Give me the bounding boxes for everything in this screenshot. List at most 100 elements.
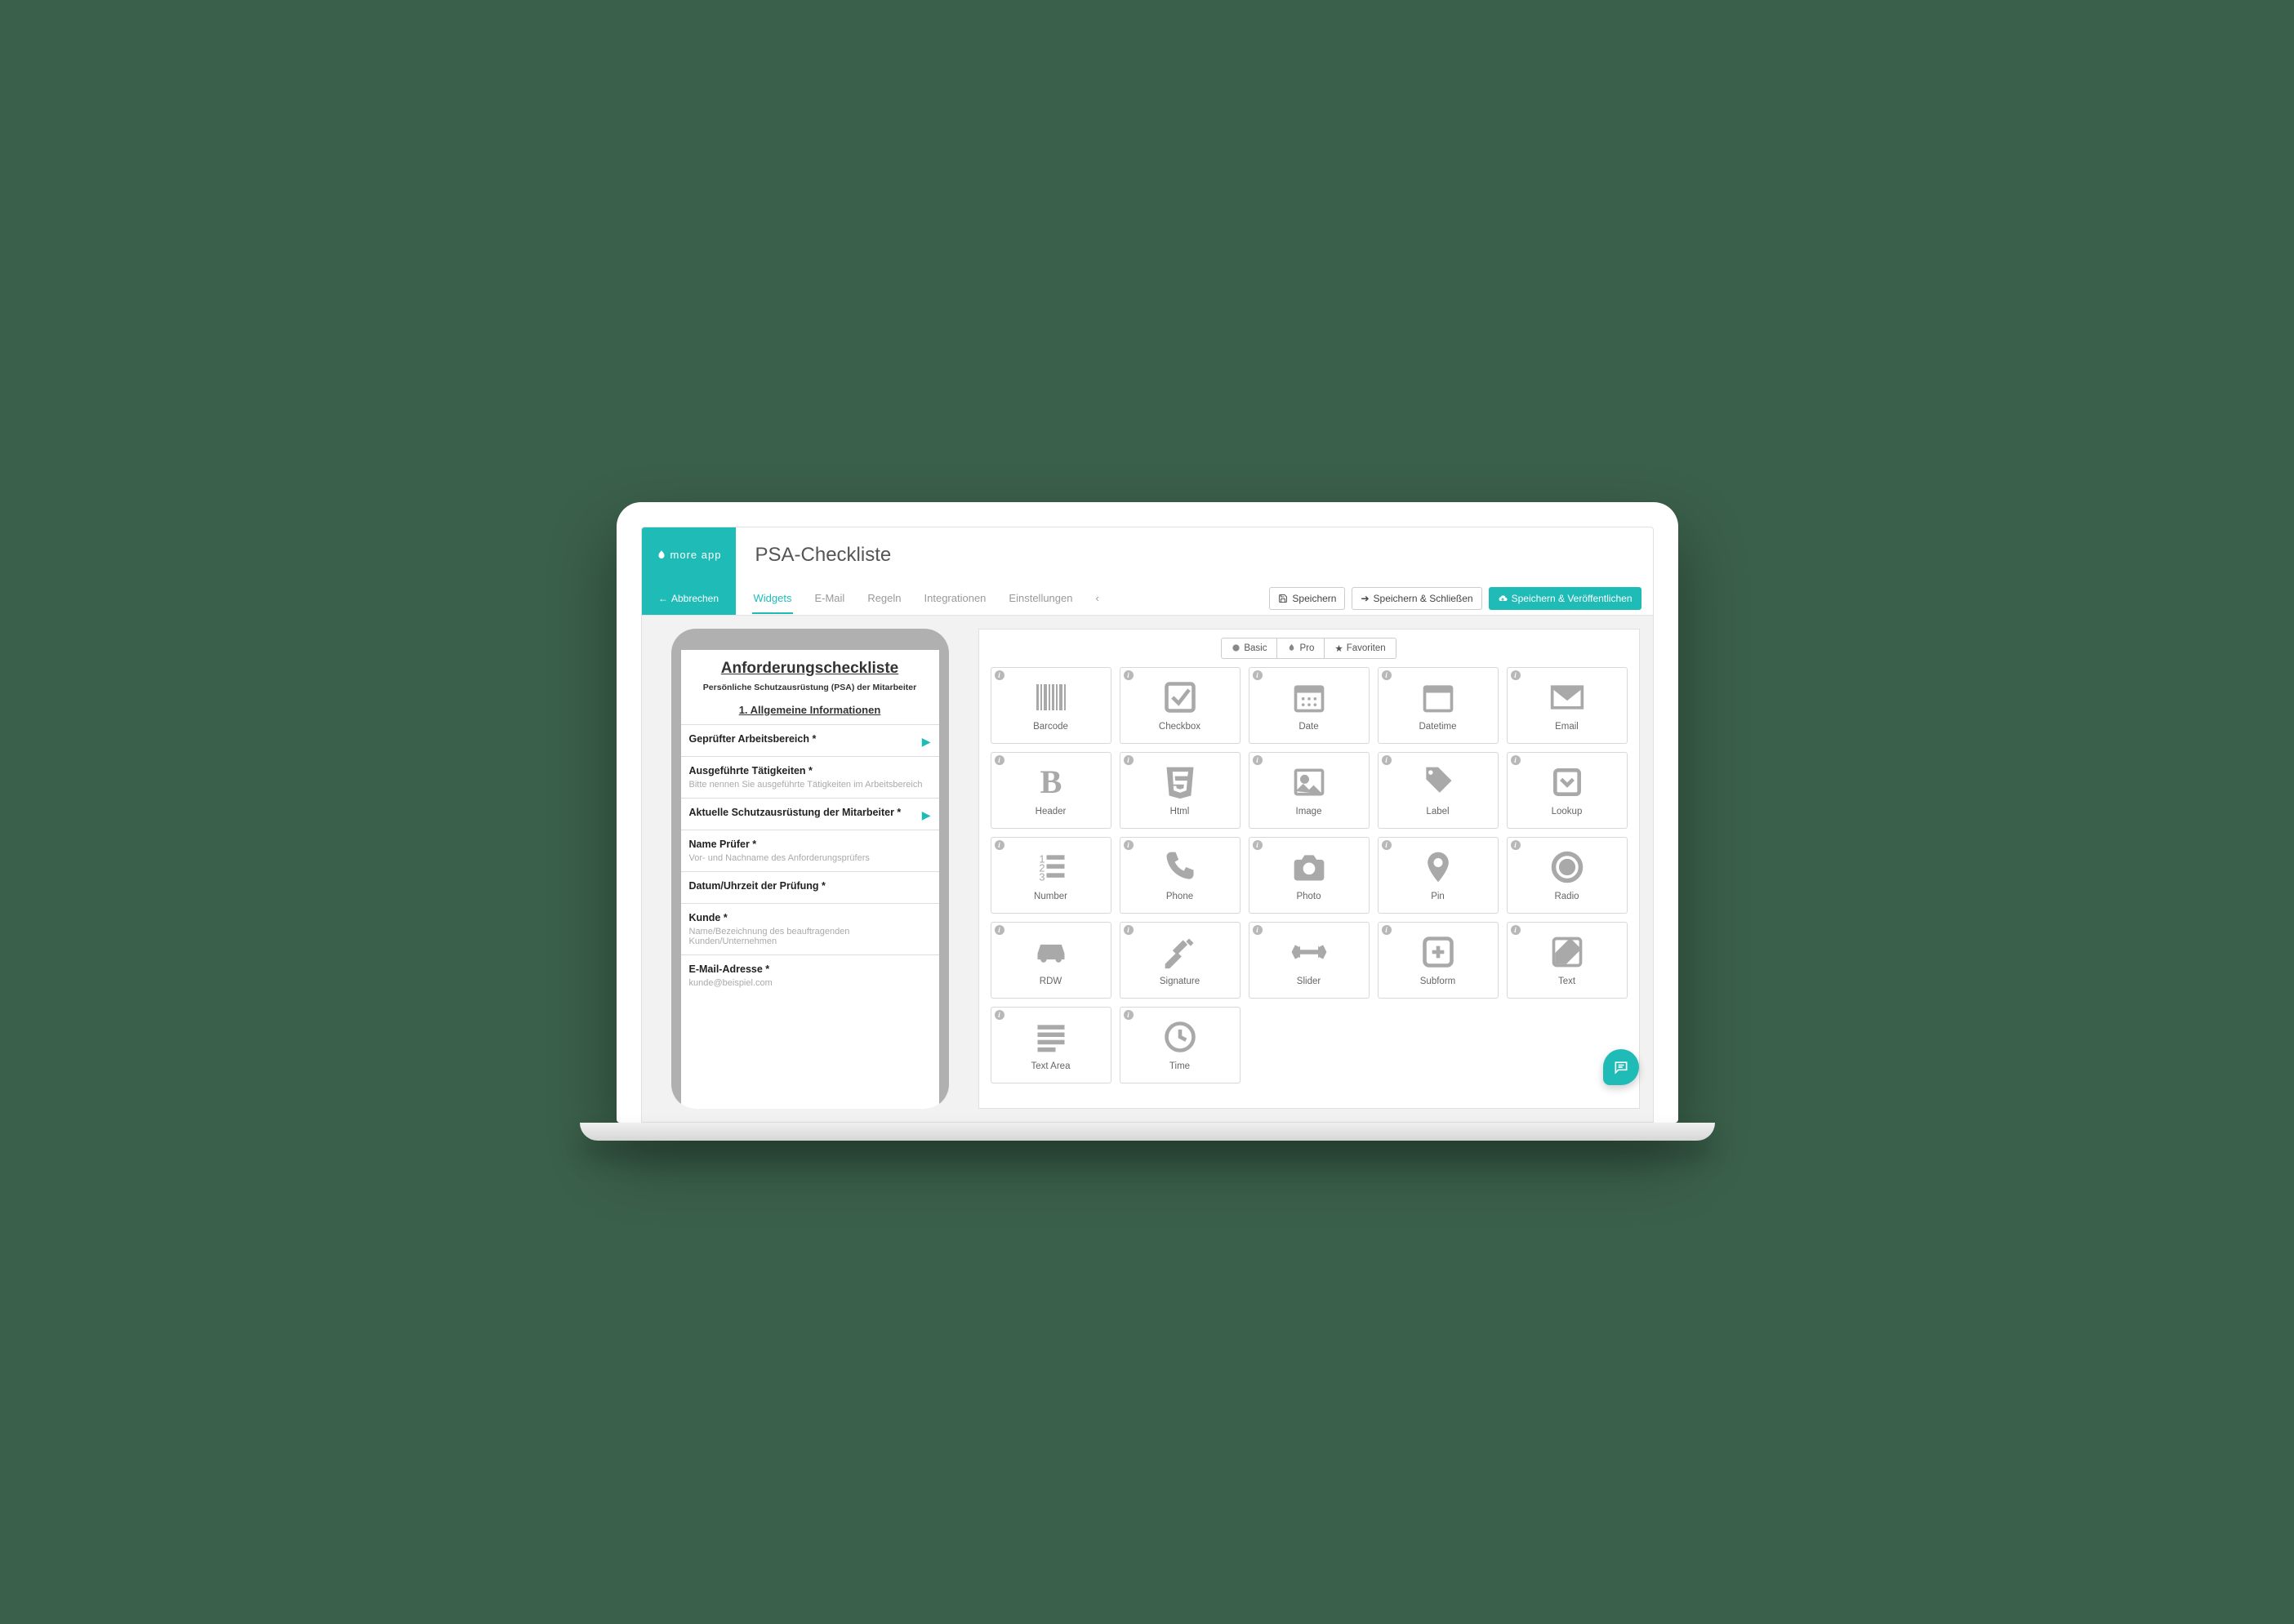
info-icon[interactable]: i (1511, 670, 1521, 680)
form-field[interactable]: Datum/Uhrzeit der Prüfung * (681, 871, 939, 903)
widget-checkbox[interactable]: i Checkbox (1120, 667, 1241, 744)
widget-image[interactable]: iImage (1249, 752, 1370, 829)
image-icon (1290, 763, 1329, 802)
chat-button[interactable] (1603, 1049, 1639, 1085)
widget-phone[interactable]: iPhone (1120, 837, 1241, 914)
info-icon[interactable]: i (1124, 925, 1134, 935)
radio-icon (1548, 848, 1587, 887)
widget-time[interactable]: iTime (1120, 1007, 1241, 1083)
save-button[interactable]: Speichern (1269, 587, 1345, 610)
field-label: Geprüfter Arbeitsbereich * (689, 733, 931, 745)
widget-label: Date (1298, 722, 1318, 732)
email-icon (1548, 678, 1587, 717)
star-icon: ★ (1334, 643, 1343, 654)
info-icon[interactable]: i (1382, 755, 1392, 765)
page-title: PSA-Checkliste (736, 527, 1653, 583)
widget-tab-favorites[interactable]: ★ Favoriten (1325, 638, 1396, 659)
info-icon[interactable]: i (995, 1010, 1004, 1020)
field-hint: Vor- und Nachname des Anforderungsprüfer… (689, 853, 931, 863)
form-field[interactable]: E-Mail-Adresse *kunde@beispiel.com (681, 954, 939, 996)
lookup-icon (1548, 763, 1587, 802)
info-icon[interactable]: i (1124, 1010, 1134, 1020)
widget-label: Checkbox (1159, 722, 1200, 732)
signature-icon (1160, 932, 1200, 972)
save-close-button[interactable]: ➔ Speichern & Schließen (1352, 587, 1481, 610)
form-field[interactable]: Name Prüfer *Vor- und Nachname des Anfor… (681, 830, 939, 871)
checkbox-icon (1160, 678, 1200, 717)
widget-tab-pro[interactable]: Pro (1277, 638, 1325, 659)
widget-datetime[interactable]: iDatetime (1378, 667, 1499, 744)
widget-email[interactable]: iEmail (1507, 667, 1628, 744)
number-icon: 123 (1031, 848, 1071, 887)
header-icon: B (1031, 763, 1071, 802)
info-icon[interactable]: i (1382, 925, 1392, 935)
info-icon[interactable]: i (1253, 840, 1263, 850)
widget-label: Pin (1431, 892, 1445, 901)
info-icon[interactable]: i (1382, 840, 1392, 850)
form-field[interactable]: Geprüfter Arbeitsbereich *▶ (681, 724, 939, 756)
widget-tab-basic[interactable]: Basic (1221, 638, 1277, 659)
widget-lookup[interactable]: iLookup (1507, 752, 1628, 829)
widget-label: Html (1170, 807, 1190, 816)
widget-pin[interactable]: i Pin (1378, 837, 1499, 914)
form-field[interactable]: Ausgeführte Tätigkeiten * Bitte nennen Si… (681, 756, 939, 798)
save-close-label: Speichern & Schließen (1374, 593, 1473, 604)
form-field[interactable]: Aktuelle Schutzausrüstung der Mitarbeite… (681, 798, 939, 830)
info-icon[interactable]: i (1253, 755, 1263, 765)
widget-photo[interactable]: iPhoto (1249, 837, 1370, 914)
info-icon[interactable]: i (1253, 670, 1263, 680)
tab-settings[interactable]: Einstellungen (1007, 584, 1074, 614)
info-icon[interactable]: i (995, 755, 1004, 765)
widget-subform[interactable]: iSubform (1378, 922, 1499, 999)
widget-label[interactable]: iLabel (1378, 752, 1499, 829)
widget-number[interactable]: i123Number (991, 837, 1111, 914)
tab-email[interactable]: E-Mail (813, 584, 846, 614)
widget-html[interactable]: i Html (1120, 752, 1241, 829)
widget-radio[interactable]: iRadio (1507, 837, 1628, 914)
info-icon[interactable]: i (1511, 925, 1521, 935)
field-label: E-Mail-Adresse * (689, 963, 931, 975)
field-label: Datum/Uhrzeit der Prüfung * (689, 880, 931, 892)
widget-slider[interactable]: i Slider (1249, 922, 1370, 999)
tab-integrations[interactable]: Integrationen (923, 584, 988, 614)
widget-label: RDW (1040, 977, 1062, 986)
date-icon (1290, 678, 1329, 717)
info-icon[interactable]: i (995, 925, 1004, 935)
tab-rules[interactable]: Regeln (866, 584, 902, 614)
time-icon (1160, 1017, 1200, 1057)
info-icon[interactable]: i (995, 670, 1004, 680)
widget-label: Text Area (1031, 1061, 1071, 1071)
field-hint: Bitte nennen Sie ausgeführte Tätigkeiten… (689, 780, 931, 790)
info-icon[interactable]: i (1382, 670, 1392, 680)
info-icon[interactable]: i (995, 840, 1004, 850)
info-icon[interactable]: i (1124, 840, 1134, 850)
widget-label: Header (1036, 807, 1067, 816)
form-title: Anforderungscheckliste (688, 660, 933, 678)
svg-text:3: 3 (1039, 870, 1045, 883)
save-publish-button[interactable]: Speichern & Veröffentlichen (1489, 587, 1641, 610)
action-buttons: Speichern ➔ Speichern & Schließen Speich… (1269, 583, 1652, 615)
tab-widgets[interactable]: Widgets (752, 584, 794, 614)
widget-date[interactable]: i Date (1249, 667, 1370, 744)
arrow-right-icon: ➔ (1361, 593, 1369, 604)
widget-signature[interactable]: iSignature (1120, 922, 1241, 999)
info-icon[interactable]: i (1253, 925, 1263, 935)
widget-text-area[interactable]: i Text Area (991, 1007, 1111, 1083)
form-field[interactable]: Kunde *Name/Bezeichnung des beauftragend… (681, 903, 939, 954)
cancel-button[interactable]: ← Abbrechen (642, 583, 736, 615)
nav-bar: ← Abbrechen Widgets E-Mail Regeln Integr… (642, 583, 1653, 616)
field-label: Ausgeführte Tätigkeiten * (689, 765, 931, 776)
brand-logo[interactable]: more app (642, 527, 736, 583)
tab-collapse[interactable]: ‹ (1094, 584, 1100, 614)
info-icon[interactable]: i (1511, 840, 1521, 850)
save-label: Speichern (1292, 593, 1336, 604)
widget-barcode[interactable]: iBarcode (991, 667, 1111, 744)
slider-icon (1290, 932, 1329, 972)
widget-text[interactable]: iText (1507, 922, 1628, 999)
info-icon[interactable]: i (1124, 670, 1134, 680)
widget-rdw[interactable]: i RDW (991, 922, 1111, 999)
info-icon[interactable]: i (1124, 755, 1134, 765)
info-icon[interactable]: i (1511, 755, 1521, 765)
widget-header[interactable]: i B Header (991, 752, 1111, 829)
widget-label: Slider (1297, 977, 1321, 986)
